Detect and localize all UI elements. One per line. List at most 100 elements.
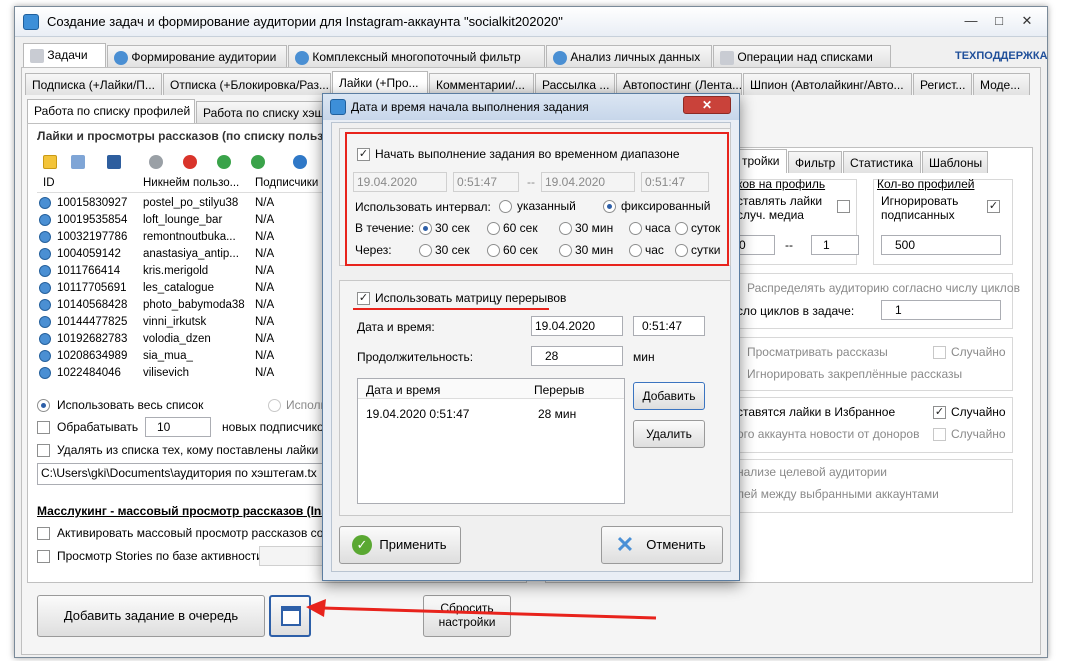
- date-from[interactable]: 19.04.2020: [353, 172, 447, 192]
- subtab-autoposting[interactable]: Автопостинг (Лента...: [616, 73, 742, 95]
- mass-title: Масслукинг - массовый просмотр рассказов…: [37, 504, 328, 518]
- check-icon[interactable]: [149, 155, 163, 169]
- random3-checkbox[interactable]: [933, 428, 946, 441]
- random-media-checkbox[interactable]: [837, 200, 850, 213]
- time-from[interactable]: 0:51:47: [453, 172, 519, 192]
- save-icon[interactable]: [107, 155, 121, 169]
- during-radio-1[interactable]: [487, 222, 500, 235]
- link-icon[interactable]: [251, 155, 265, 169]
- minimize-button[interactable]: —: [957, 12, 985, 30]
- info-icon[interactable]: [293, 155, 307, 169]
- stories-checkbox[interactable]: [37, 550, 50, 563]
- after-radio-1[interactable]: [487, 244, 500, 257]
- close-button[interactable]: ✕: [1013, 12, 1041, 30]
- count-stepper[interactable]: 500: [881, 235, 1001, 255]
- during-radio-2[interactable]: [559, 222, 572, 235]
- col-datetime[interactable]: Дата и время: [366, 383, 440, 397]
- stories-select[interactable]: [259, 546, 329, 566]
- after-radio-4[interactable]: [675, 244, 688, 257]
- tab-tasks[interactable]: Задачи: [23, 43, 106, 67]
- tab-statistics[interactable]: Статистика: [843, 151, 921, 173]
- col-nickname[interactable]: Никнейм пользо...: [143, 175, 239, 192]
- date-to[interactable]: 19.04.2020: [541, 172, 635, 192]
- after-radio-0[interactable]: [419, 244, 432, 257]
- tab-profile-list[interactable]: Работа по списку профилей: [27, 99, 195, 123]
- time-to[interactable]: 0:51:47: [641, 172, 709, 192]
- subtab-moderation[interactable]: Моде...: [973, 73, 1030, 95]
- path-input[interactable]: C:\Users\gki\Documents\аудитория по хэшт…: [37, 463, 337, 485]
- refresh-icon[interactable]: [217, 155, 231, 169]
- table-row[interactable]: 10117705691 les_catalogue N/A: [37, 280, 357, 297]
- col-id[interactable]: ID: [43, 175, 55, 192]
- tab-personal-data[interactable]: Анализ личных данных: [546, 45, 712, 67]
- cancel-button[interactable]: ✕ Отменить: [601, 526, 723, 564]
- break-datetime-cell[interactable]: 19.04.2020 0:51:47: [366, 407, 469, 421]
- table-row[interactable]: 10032197786 remontnoutbuka... N/A: [37, 229, 357, 246]
- add-break-button[interactable]: Добавить: [633, 382, 705, 410]
- range-from[interactable]: 0: [735, 235, 775, 255]
- mass-activate-checkbox[interactable]: [37, 527, 50, 540]
- during-radio-3[interactable]: [629, 222, 642, 235]
- maximize-button[interactable]: □: [985, 12, 1013, 30]
- add-task-button[interactable]: Добавить задание в очередь: [37, 595, 265, 637]
- table-row[interactable]: 10192682783 volodia_dzen N/A: [37, 331, 357, 348]
- table-row[interactable]: 10208634989 sia_mua_ N/A: [37, 348, 357, 365]
- start-in-range-checkbox[interactable]: ✓: [357, 148, 370, 161]
- tab-list-ops[interactable]: Операции над списками: [713, 45, 891, 67]
- table-row[interactable]: 10015830927 postel_po_stilyu38 N/A: [37, 195, 357, 212]
- schedule-dialog: Дата и время начала выполнения задания ✕…: [322, 93, 740, 581]
- radio-specified[interactable]: [499, 200, 512, 213]
- after-radio-2[interactable]: [559, 244, 572, 257]
- random1-checkbox[interactable]: [933, 346, 946, 359]
- table-row[interactable]: 1004059142 anastasiya_antip... N/A: [37, 246, 357, 263]
- during-radio-0[interactable]: [419, 222, 432, 235]
- range-to[interactable]: 1: [811, 235, 859, 255]
- radio-partial[interactable]: [268, 399, 281, 412]
- use-matrix-checkbox[interactable]: ✓: [357, 292, 370, 305]
- tab-hashtag-list[interactable]: Работа по списку хэштегов: [196, 101, 326, 123]
- process-checkbox[interactable]: [37, 421, 50, 434]
- open-icon[interactable]: [71, 155, 85, 169]
- col-break[interactable]: Перерыв: [534, 383, 584, 397]
- subtab-follow[interactable]: Подписка (+Лайки/П...: [25, 73, 162, 95]
- after-label: Через:: [355, 243, 392, 257]
- tab-settings[interactable]: тройки: [735, 149, 787, 173]
- tab-templates[interactable]: Шаблоны: [922, 151, 988, 173]
- after-radio-3[interactable]: [629, 244, 642, 257]
- cycles-stepper[interactable]: 1: [881, 300, 1001, 320]
- tab-audience[interactable]: Формирование аудитории: [107, 45, 287, 67]
- tab-filter-right[interactable]: Фильтр: [788, 151, 842, 173]
- subtab-spy[interactable]: Шпион (Автолайкинг/Авто...: [743, 73, 912, 95]
- apply-button[interactable]: ✓ Применить: [339, 526, 461, 564]
- process-stepper[interactable]: 10: [145, 417, 211, 437]
- subtab-mailing[interactable]: Рассылка ...: [535, 73, 615, 95]
- matrix-time[interactable]: 0:51:47: [633, 316, 705, 336]
- radio-whole-list[interactable]: [37, 399, 50, 412]
- col-followers[interactable]: Подписчики: [255, 175, 318, 192]
- during-option-label: 30 сек: [435, 221, 470, 235]
- table-row[interactable]: 1022484046 vilisevich N/A: [37, 365, 357, 382]
- subtab-unfollow[interactable]: Отписка (+Блокировка/Раз...: [163, 73, 331, 95]
- break-duration-cell[interactable]: 28 мин: [538, 407, 576, 421]
- support-link[interactable]: ТЕХПОДДЕРЖКА: [955, 50, 1048, 62]
- delete-break-button[interactable]: Удалить: [633, 420, 705, 448]
- duration-stepper[interactable]: 28: [531, 346, 623, 366]
- during-radio-4[interactable]: [675, 222, 688, 235]
- subtab-register[interactable]: Регист...: [913, 73, 972, 95]
- remove-icon[interactable]: [183, 155, 197, 169]
- matrix-date[interactable]: 19.04.2020: [531, 316, 623, 336]
- tab-filter[interactable]: Комплексный многопоточный фильтр: [288, 45, 545, 67]
- date-from-value: 19.04.2020: [357, 175, 418, 189]
- subtab-comments[interactable]: Комментарии/...: [429, 73, 534, 95]
- import-icon[interactable]: [43, 155, 57, 169]
- delete-checkbox[interactable]: [37, 444, 50, 457]
- dialog-close-button[interactable]: ✕: [683, 96, 731, 114]
- ignore-checkbox[interactable]: ✓: [987, 200, 1000, 213]
- radio-fixed[interactable]: [603, 200, 616, 213]
- table-row[interactable]: 10019535854 loft_lounge_bar N/A: [37, 212, 357, 229]
- table-row[interactable]: 10144477825 vinni_irkutsk N/A: [37, 314, 357, 331]
- table-row[interactable]: 1011766414 kris.merigold N/A: [37, 263, 357, 280]
- subtab-likes[interactable]: Лайки (+Про...: [332, 71, 428, 95]
- table-row[interactable]: 10140568428 photo_babymoda38 N/A: [37, 297, 357, 314]
- random2-checkbox[interactable]: ✓: [933, 406, 946, 419]
